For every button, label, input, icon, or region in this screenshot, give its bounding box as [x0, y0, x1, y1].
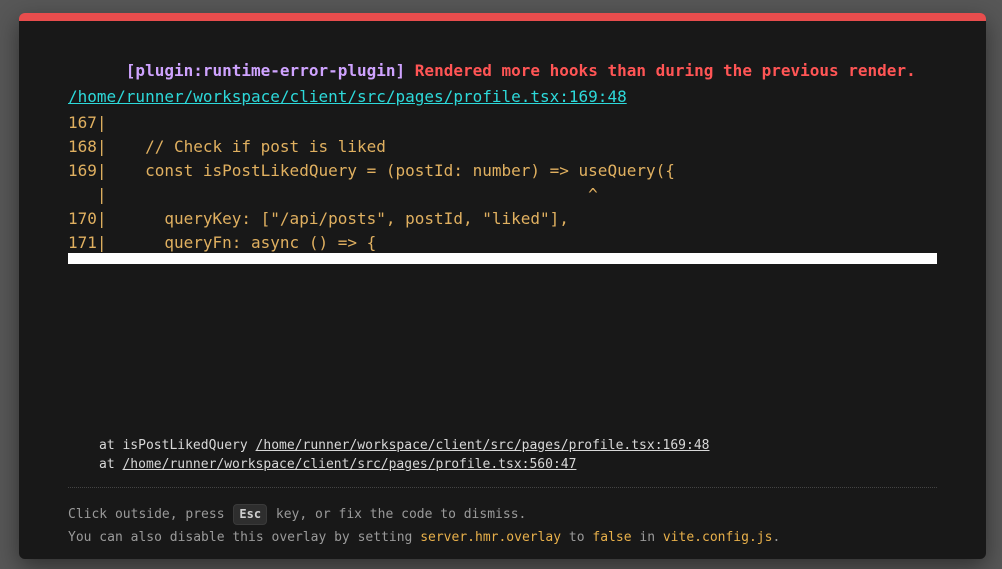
- stack-frame: at /home/runner/workspace/client/src/pag…: [99, 455, 710, 474]
- white-bar: [68, 253, 937, 264]
- tip-text: key, or fix the code to dismiss.: [268, 507, 527, 522]
- setting-value: false: [592, 530, 632, 545]
- error-overlay: [plugin:runtime-error-plugin] Rendered m…: [19, 13, 986, 559]
- stack-link[interactable]: /home/runner/workspace/client/src/pages/…: [256, 438, 710, 453]
- dismiss-tip: Click outside, press Esc key, or fix the…: [68, 503, 780, 549]
- code-frame: 167| 168| // Check if post is liked 169|…: [68, 111, 675, 255]
- stack-frame: at isPostLikedQuery /home/runner/workspa…: [99, 436, 710, 455]
- tip-text: You can also disable this overlay by set…: [68, 530, 421, 545]
- error-text: Rendered more hooks than during the prev…: [414, 61, 916, 80]
- plugin-name: [plugin:runtime-error-plugin]: [125, 61, 406, 80]
- esc-key: Esc: [233, 504, 268, 525]
- code-line: 171| queryFn: async () => {: [68, 233, 377, 252]
- tip-text: in: [631, 530, 663, 545]
- code-line: 168| // Check if post is liked: [68, 137, 386, 156]
- stack-prefix: at isPostLikedQuery: [99, 438, 256, 453]
- tip-line-1: Click outside, press Esc key, or fix the…: [68, 503, 780, 526]
- divider: [68, 487, 937, 489]
- config-file: vite.config.js: [662, 530, 773, 545]
- setting-name: server.hmr.overlay: [420, 530, 562, 545]
- tip-text: Click outside, press: [68, 507, 233, 522]
- tip-line-2: You can also disable this overlay by set…: [68, 526, 780, 549]
- tip-text: to: [561, 530, 593, 545]
- code-line: 167|: [68, 113, 107, 132]
- stack-link[interactable]: /home/runner/workspace/client/src/pages/…: [122, 457, 576, 472]
- error-file-link[interactable]: /home/runner/workspace/client/src/pages/…: [68, 87, 627, 107]
- code-caret-line: | ^: [68, 185, 598, 204]
- code-line: 169| const isPostLikedQuery = (postId: n…: [68, 161, 675, 180]
- stack-prefix: at: [99, 457, 123, 472]
- tip-text: .: [772, 530, 781, 545]
- stack-trace: at isPostLikedQuery /home/runner/workspa…: [99, 436, 710, 474]
- code-line: 170| queryKey: ["/api/posts", postId, "l…: [68, 209, 569, 228]
